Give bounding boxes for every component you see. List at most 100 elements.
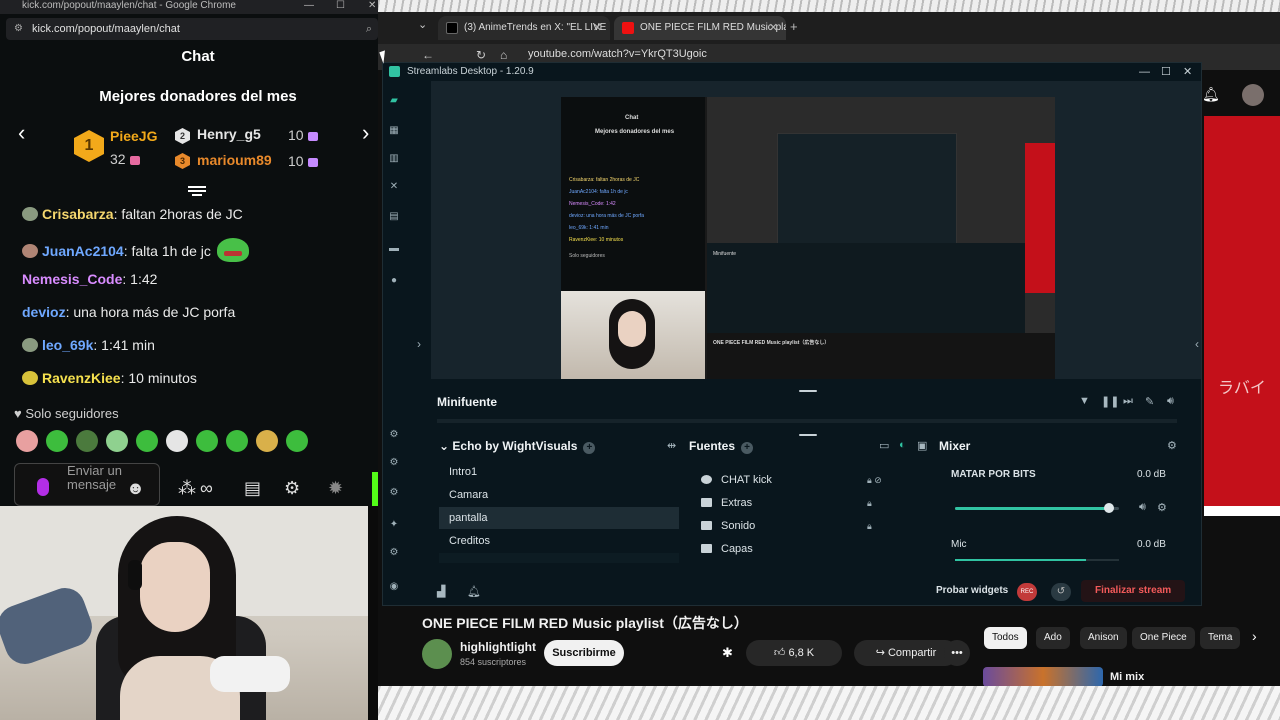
new-tab-icon[interactable]: + [790, 19, 798, 34]
like-button[interactable]: 👍︎ 6,8 K [746, 640, 842, 666]
chevron-right-icon[interactable]: › [1252, 628, 1257, 644]
emote-icon[interactable] [256, 430, 278, 452]
pause-icon[interactable]: ❚❚ [1101, 395, 1119, 408]
volume-icon[interactable]: 🔊︎ [1167, 395, 1174, 408]
store-icon[interactable]: ▤ [244, 478, 261, 499]
highlighter-icon[interactable]: ▬ [388, 243, 400, 255]
filter-chip[interactable]: Anison [1080, 627, 1127, 649]
notification-bell-icon[interactable]: 🔔︎ [467, 585, 481, 598]
close-icon[interactable]: ✕ [1183, 63, 1192, 81]
filter-chip[interactable]: Tema [1200, 627, 1241, 649]
site-info-icon[interactable]: ⚙ [14, 18, 23, 40]
tab-animetrends[interactable]: (3) AnimeTrends en X: "EL LIVE ✕ [438, 16, 610, 40]
chat-username[interactable]: Crisabarza [42, 206, 114, 222]
stats-icon[interactable]: ▟ [437, 585, 445, 598]
layout-icon[interactable]: ▥ [388, 153, 400, 165]
end-stream-button[interactable]: Finalizar stream [1081, 580, 1186, 602]
emote-icon[interactable] [286, 430, 308, 452]
alert-box-icon[interactable]: ⚙ [388, 429, 400, 441]
zoom-icon[interactable]: ⌕ [366, 18, 372, 40]
audio-icon[interactable]: ◐ [899, 439, 906, 451]
record-icon[interactable]: ● [388, 275, 400, 287]
minimize-icon[interactable]: — [1139, 63, 1150, 81]
themes-icon[interactable]: ▦ [388, 125, 400, 137]
subscribe-button[interactable]: Suscribirme [544, 640, 624, 666]
source-item[interactable]: Extras 🔒︎ [693, 492, 923, 514]
address-bar[interactable]: ⚙ kick.com/popout/maaylen/chat ⌕ [6, 18, 378, 40]
source-item[interactable]: Sonido 🔒︎ [693, 515, 923, 537]
share-button[interactable]: ↪ Compartir [854, 640, 958, 666]
folder-icon[interactable]: ▭ [879, 439, 889, 452]
chevron-right-icon[interactable]: › [417, 337, 421, 351]
chat-username[interactable]: Nemesis_Code [22, 271, 122, 287]
chat-username[interactable]: RavenzKiee [42, 370, 121, 386]
emoji-icon[interactable]: ☻ [126, 478, 145, 499]
tab-search-icon[interactable]: ⌄ [418, 18, 427, 31]
mic-icon[interactable] [37, 478, 49, 496]
home-icon[interactable]: ⌂ [500, 48, 507, 62]
maximize-icon[interactable]: ☐ [336, 0, 345, 12]
sparkle-icon[interactable]: ✦ [388, 519, 400, 531]
editor-icon[interactable]: ▰ [388, 95, 400, 107]
sparkle-icon[interactable]: ✱ [722, 645, 733, 661]
volume-icon[interactable]: 🔊︎ [1139, 501, 1146, 514]
scene-item[interactable]: Creditos [439, 530, 679, 552]
lock-icon[interactable]: 🔒︎ [867, 515, 872, 537]
close-tab-icon[interactable]: ✕ [593, 16, 602, 40]
scene-item-selected[interactable]: pantalla [439, 507, 679, 529]
donor-name[interactable]: PieeJG [110, 128, 157, 144]
widget-icon[interactable]: ⚙ [388, 457, 400, 469]
badge-icon[interactable]: ✹ [328, 478, 343, 499]
rec-button[interactable]: REC [1017, 583, 1037, 601]
source-item[interactable]: Capas [693, 538, 923, 560]
next-icon[interactable]: ⏭ [1123, 395, 1133, 408]
emote-icon[interactable] [196, 430, 218, 452]
volume-slider[interactable] [955, 503, 1119, 513]
tab-youtube[interactable]: ONE PIECE FILM RED Music pla ✕ [614, 16, 786, 40]
lock-icon[interactable]: 🔒︎ ⊘ [867, 469, 882, 491]
stream-preview[interactable]: Chat Mejores donadores del mes Crisabarz… [561, 97, 1055, 379]
scene-item[interactable]: Intro1 [439, 461, 679, 483]
chevron-right-icon[interactable]: › [362, 120, 369, 146]
more-actions-button[interactable]: ••• [944, 640, 970, 666]
emote-icon[interactable] [166, 430, 188, 452]
mix-thumbnail[interactable] [983, 667, 1103, 687]
replay-buffer-icon[interactable]: ↺ [1051, 583, 1071, 601]
chevron-left-icon[interactable]: ‹ [18, 120, 25, 146]
infinity-icon[interactable]: ∞ [200, 478, 213, 499]
maximize-icon[interactable]: ☐ [1161, 63, 1171, 81]
emote-icon[interactable] [136, 430, 158, 452]
scene-transition-icon[interactable]: ⇹ [667, 439, 676, 452]
lock-icon[interactable]: 🔒︎ [867, 492, 872, 514]
settings-icon[interactable]: ⚙ [284, 478, 300, 499]
scene-item[interactable]: Camara [439, 484, 679, 506]
channel-name[interactable]: highlightlight [460, 640, 536, 654]
mix-title[interactable]: Mi mix [1110, 671, 1144, 683]
chat-username[interactable]: leo_69k [42, 337, 93, 353]
resize-handle[interactable] [799, 390, 817, 392]
filter-chip[interactable]: Todos [984, 627, 1027, 649]
minimize-icon[interactable]: — [304, 0, 314, 12]
close-tab-icon[interactable]: ✕ [769, 16, 778, 40]
scene-collection-name[interactable]: Echo by WightVisuals [452, 439, 577, 453]
resize-handle[interactable] [799, 434, 817, 436]
emote-icon[interactable] [226, 430, 248, 452]
notifications-icon[interactable]: 🔔︎ [1202, 86, 1220, 103]
address-url[interactable]: youtube.com/watch?v=YkrQT3Ugoic [528, 48, 707, 60]
settings-icon[interactable]: ⚙ [388, 547, 400, 559]
mixer-settings-icon[interactable]: ⚙ [1167, 439, 1177, 452]
filter-icon[interactable]: ▼ [1079, 395, 1090, 407]
profile-icon[interactable]: ◉ [388, 581, 400, 593]
add-scene-icon[interactable]: + [583, 442, 596, 454]
chat-username[interactable]: devioz [22, 304, 66, 320]
chevron-down-icon[interactable]: ⌄ [439, 439, 452, 453]
emote-icon[interactable] [76, 430, 98, 452]
test-widgets-button[interactable]: Probar widgets [936, 585, 1008, 596]
filter-chip[interactable]: Ado [1036, 627, 1070, 649]
emote-icon[interactable] [46, 430, 68, 452]
emote-icon[interactable] [106, 430, 128, 452]
mute-icon[interactable]: ✎ [1145, 395, 1154, 408]
account-avatar[interactable] [1242, 84, 1264, 106]
emote-icon[interactable] [16, 430, 38, 452]
apps-icon[interactable]: ✕ [388, 181, 400, 193]
